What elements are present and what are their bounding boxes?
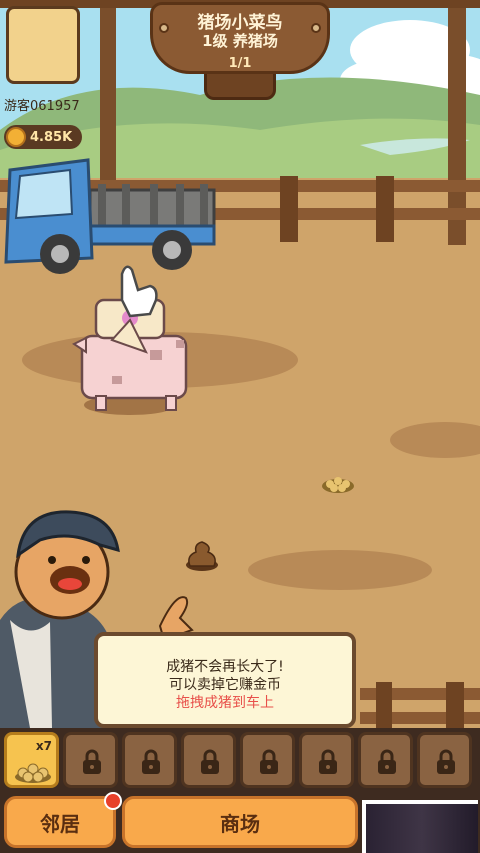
- padlock-icon: [83, 749, 101, 774]
- inventory-slot-locked[interactable]: [240, 732, 295, 788]
- neighbors-button[interactable]: 邻居: [4, 796, 116, 848]
- inventory-slot-locked[interactable]: [181, 732, 236, 788]
- padlock-icon: [201, 749, 219, 774]
- coin-counter: 4.85K: [4, 125, 82, 149]
- dialog-text-line: 可以卖掉它赚金币: [169, 677, 281, 693]
- dialog-hint-text: 拖拽成猪到车上: [176, 695, 274, 711]
- padlock-icon: [260, 749, 278, 774]
- padlock-icon: [319, 749, 337, 774]
- player-name: 游客061957: [4, 99, 80, 114]
- inventory-bar: x7: [0, 728, 480, 792]
- avatar[interactable]: [6, 6, 80, 84]
- inventory-slot-locked[interactable]: [299, 732, 354, 788]
- coin-amount: 4.85K: [30, 129, 73, 145]
- level-progress: 1/1: [228, 56, 252, 71]
- notification-badge: [104, 792, 122, 810]
- inventory-slot-locked[interactable]: [122, 732, 177, 788]
- padlock-icon: [437, 749, 455, 774]
- inventory-slot-locked[interactable]: [358, 732, 413, 788]
- coin-icon: [6, 127, 26, 147]
- tutorial-dialog: 成猪不会再长大了! 可以卖掉它赚金币 拖拽成猪到车上: [94, 632, 356, 728]
- shop-button[interactable]: 商场: [122, 796, 358, 848]
- inventory-slot-locked[interactable]: [63, 732, 118, 788]
- feed-pile-icon: [15, 763, 51, 783]
- inventory-slot-locked[interactable]: [417, 732, 472, 788]
- player-panel: 游客061957: [0, 0, 88, 120]
- farm-level: 1级 养猪场: [202, 32, 278, 50]
- farm-title-sign: 猪场小菜鸟 1级 养猪场 1/1: [150, 2, 330, 100]
- overlay-panel-inner: [366, 804, 478, 853]
- padlock-icon: [142, 749, 160, 774]
- dialog-text-line: 成猪不会再长大了!: [166, 659, 284, 675]
- padlock-icon: [378, 749, 396, 774]
- inventory-slot-feed[interactable]: x7: [4, 732, 59, 788]
- item-count: x7: [35, 739, 52, 753]
